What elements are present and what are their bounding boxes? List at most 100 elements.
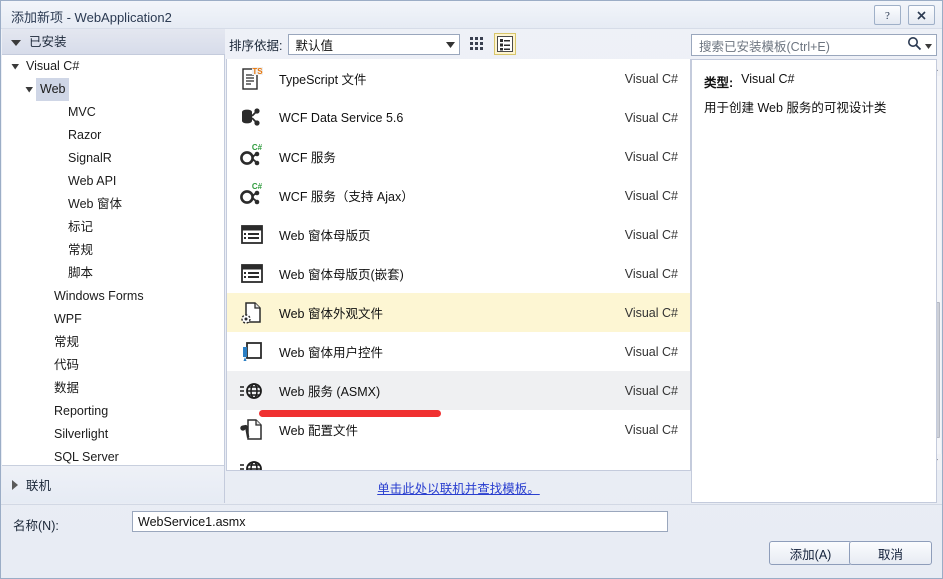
tree-item-10[interactable]: Windows Forms (2, 285, 224, 308)
template-language: Visual C# (624, 227, 678, 242)
web-config-icon (237, 415, 267, 445)
left-column: 已安装 Visual C# Web MVC Razor SignalR Web API We… (2, 29, 225, 503)
template-list-item[interactable]: WCF Data Service 5.6 Visual C# (227, 98, 690, 137)
grid-view-icon (470, 37, 484, 50)
tree-item-13[interactable]: 代码 (2, 354, 224, 377)
template-list-item[interactable]: Web 窗体母版页 Visual C# (227, 215, 690, 254)
tree-item-label: Razor (68, 128, 102, 142)
svg-text:C#: C# (252, 183, 263, 191)
template-list-item[interactable]: Web 窗体用户控件 Visual C# (227, 332, 690, 371)
sort-selected-value: 默认值 (295, 38, 333, 53)
skin-file-icon (237, 298, 267, 328)
tree-item-14[interactable]: 数据 (2, 377, 224, 400)
chevron-right-icon (12, 479, 18, 490)
template-name: Web 服务 (ASMX) (279, 385, 381, 399)
tree-item-label: Visual C# (26, 59, 80, 73)
template-name: Web 窗体用户控件 (279, 346, 383, 360)
template-language: Visual C# (624, 110, 678, 125)
tree-item-0[interactable]: Visual C# (2, 55, 224, 78)
tree-item-11[interactable]: WPF (2, 308, 224, 331)
tree-item-label: 常规 (54, 335, 80, 349)
tree-item-15[interactable]: Reporting (2, 400, 224, 423)
tree-item-17[interactable]: SQL Server (2, 446, 224, 465)
tree-item-label: 常规 (68, 243, 94, 257)
web-service-icon (237, 376, 267, 406)
online-label: 联机 (26, 479, 52, 493)
wcf-data-service-icon (237, 103, 267, 133)
tree-item-4[interactable]: SignalR (2, 147, 224, 170)
tree-item-12[interactable]: 常规 (2, 331, 224, 354)
template-name: TypeScript 文件 (279, 73, 367, 87)
svg-text:?: ? (885, 10, 890, 22)
template-language: Visual C# (624, 149, 678, 164)
template-list-item-partial[interactable] (227, 449, 690, 470)
tree-item-label: SQL Server (54, 450, 119, 464)
detail-description: 用于创建 Web 服务的可视设计类 (704, 101, 887, 115)
tree-item-1[interactable]: Web (2, 78, 224, 101)
template-language: Visual C# (624, 383, 678, 398)
tree-item-label: Web 窗体 (68, 197, 122, 211)
tree-item-9[interactable]: 脚本 (2, 262, 224, 285)
template-name: WCF 服务 (279, 151, 336, 165)
tree-item-8[interactable]: 常规 (2, 239, 224, 262)
question-mark-icon: ? (885, 10, 890, 22)
web-service-icon (237, 454, 267, 470)
template-list-item[interactable]: C# WCF 服务（支持 Ajax） Visual C# (227, 176, 690, 215)
tree-item-16[interactable]: Silverlight (2, 423, 224, 446)
template-name: Web 配置文件 (279, 424, 358, 438)
tree-item-5[interactable]: Web API (2, 170, 224, 193)
chevron-down-icon (11, 39, 21, 46)
tree-item-label: SignalR (68, 151, 112, 165)
close-icon (917, 10, 926, 20)
find-online-templates-link[interactable]: 单击此处以联机并查找模板。 (377, 478, 540, 497)
close-button[interactable] (908, 5, 935, 25)
online-templates-bar: 单击此处以联机并查找模板。 (226, 471, 691, 503)
tree-item-3[interactable]: Razor (2, 124, 224, 147)
tree-item-label: Windows Forms (54, 289, 144, 303)
cancel-button[interactable]: 取消 (849, 541, 932, 565)
large-icons-view-button[interactable] (466, 33, 488, 55)
template-language: Visual C# (624, 344, 678, 359)
category-tree[interactable]: Visual C# Web MVC Razor SignalR Web API Web 窗体… (2, 55, 225, 465)
sort-label: 排序依据: (229, 38, 283, 53)
template-list-item[interactable]: Web 服务 (ASMX) Visual C# (227, 371, 690, 410)
add-button[interactable]: 添加(A) (769, 541, 852, 565)
chevron-down-icon[interactable] (925, 38, 932, 52)
nested-master-page-icon (237, 259, 267, 289)
red-highlight-annotation (259, 410, 441, 417)
tree-item-label: 代码 (54, 358, 80, 372)
chevron-down-icon[interactable] (8, 62, 22, 71)
tree-item-label: WPF (54, 312, 82, 326)
master-page-icon (237, 220, 267, 250)
tree-item-label: MVC (68, 105, 96, 119)
template-list-item[interactable]: C# WCF 服务 Visual C# (227, 137, 690, 176)
tree-item-7[interactable]: 标记 (2, 216, 224, 239)
search-icon[interactable] (907, 36, 922, 54)
name-field[interactable]: WebService1.asmx (132, 511, 668, 532)
template-list-item[interactable]: Web 窗体母版页(嵌套) Visual C# (227, 254, 690, 293)
template-name: WCF 服务（支持 Ajax） (279, 190, 414, 204)
template-list-item[interactable]: Web 窗体外观文件 Visual C# (227, 293, 690, 332)
tree-item-6[interactable]: Web 窗体 (2, 193, 224, 216)
chevron-down-icon (446, 37, 456, 51)
installed-group-header[interactable]: 已安装 (2, 29, 225, 55)
template-name: Web 窗体外观文件 (279, 307, 383, 321)
template-list-item[interactable]: TS TypeScript 文件 Visual C# (227, 59, 690, 98)
search-input[interactable]: 搜索已安装模板(Ctrl+E) (691, 34, 937, 56)
svg-text:TS: TS (252, 67, 263, 76)
chevron-down-icon[interactable] (22, 85, 36, 94)
installed-label: 已安装 (29, 34, 67, 49)
wcf-service-icon: C# (237, 142, 267, 172)
detail-type-row: 类型: Visual C# (704, 72, 794, 91)
online-group-header[interactable]: 联机 (2, 465, 225, 503)
tree-item-2[interactable]: MVC (2, 101, 224, 124)
name-field-value: WebService1.asmx (138, 514, 246, 529)
details-panel: 类型: Visual C# 用于创建 Web 服务的可视设计类 (691, 59, 937, 503)
tree-item-label: 脚本 (68, 266, 94, 280)
detail-type-value: Visual C# (741, 72, 795, 86)
help-button[interactable]: ? (874, 5, 901, 25)
sort-dropdown[interactable]: 默认值 (288, 33, 461, 55)
details-view-button[interactable] (494, 33, 517, 55)
template-language: Visual C# (624, 188, 678, 203)
list-view-icon (497, 36, 514, 52)
